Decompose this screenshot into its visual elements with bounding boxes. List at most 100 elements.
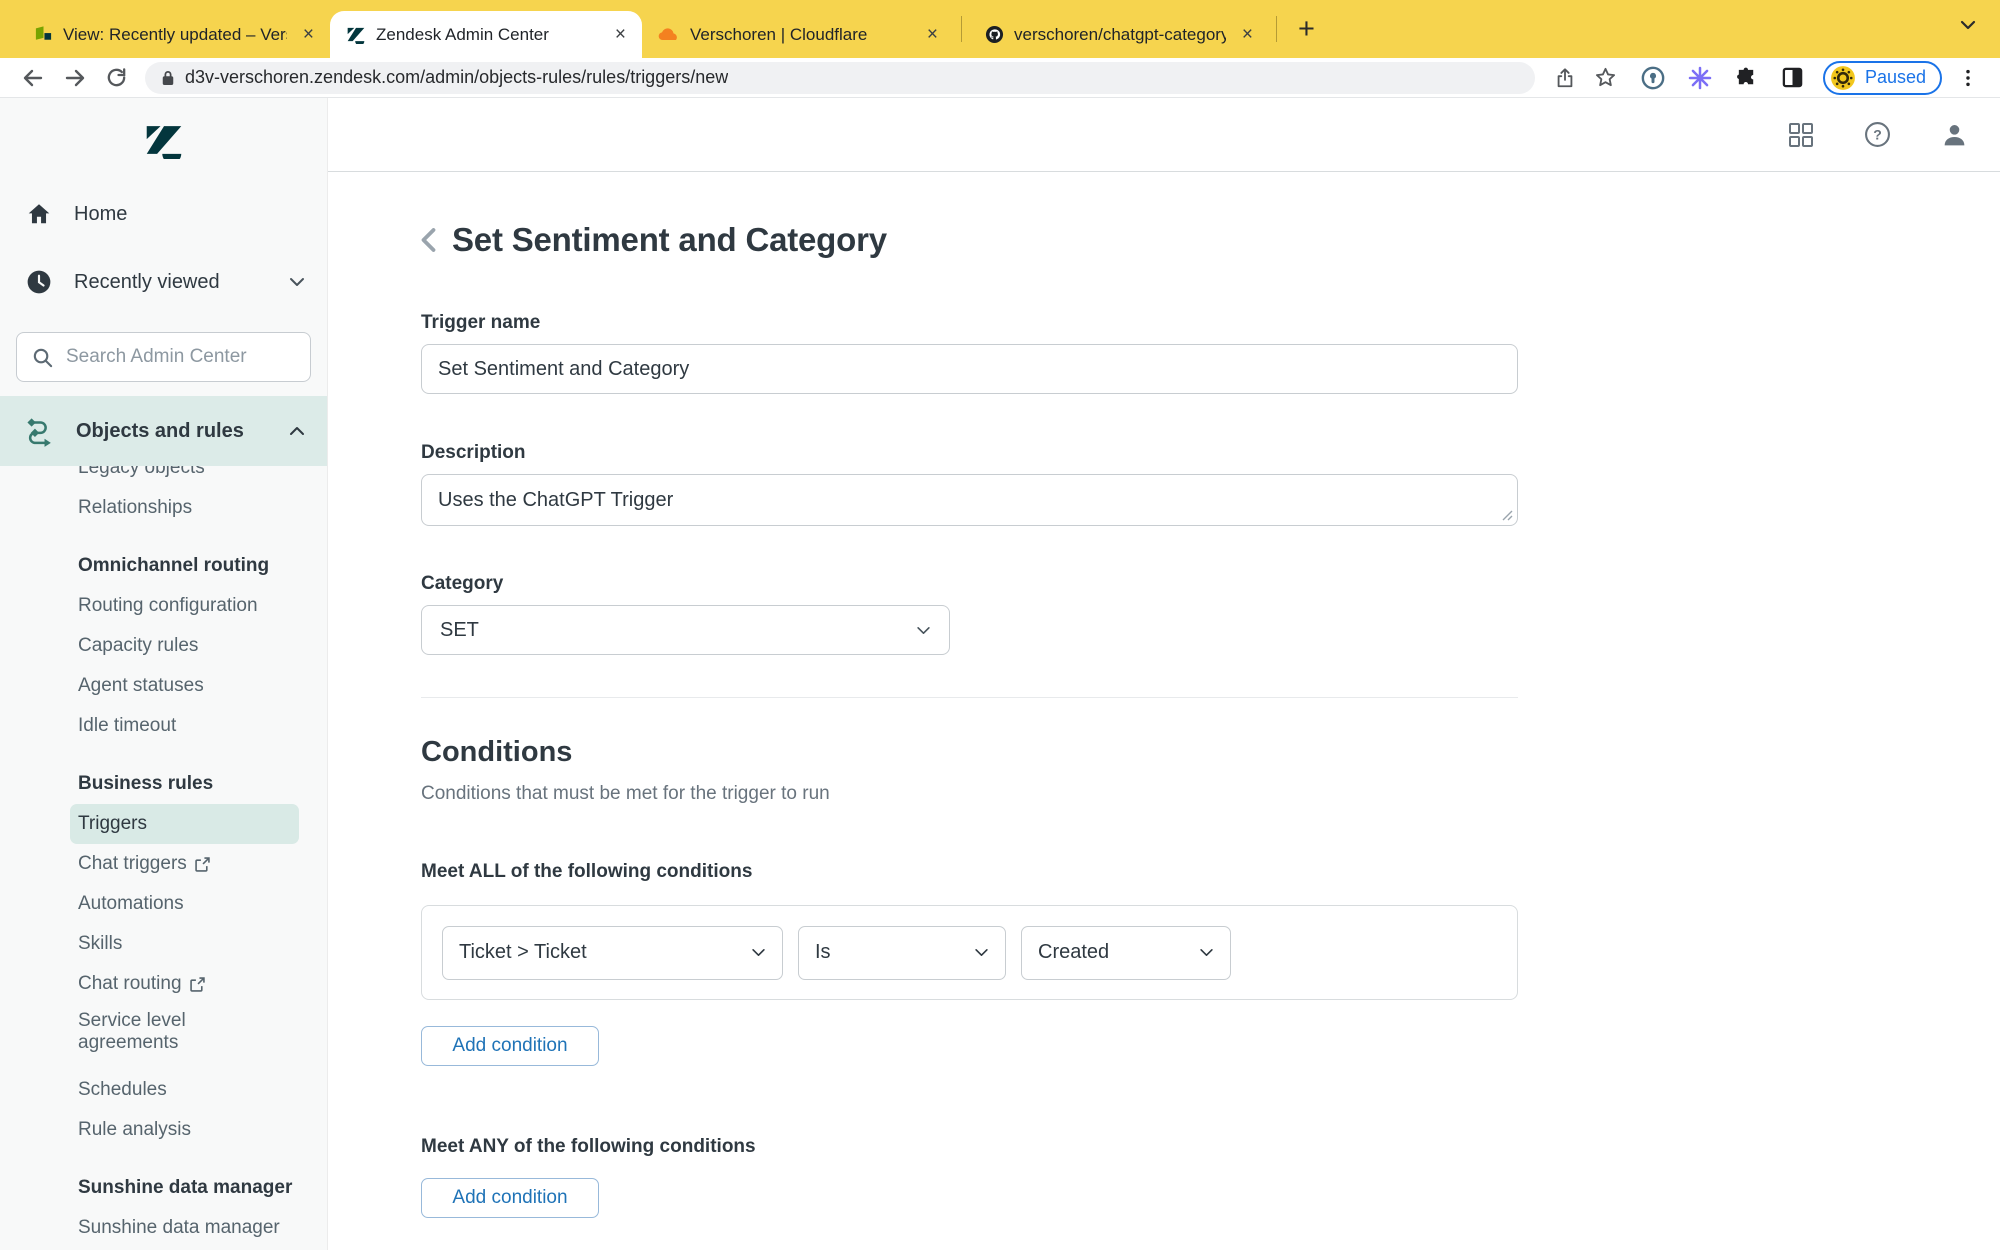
tab-title: Verschoren | Cloudflare [690, 25, 911, 45]
url-bar[interactable]: d3v-verschoren.zendesk.com/admin/objects… [145, 62, 1535, 94]
url-text: d3v-verschoren.zendesk.com/admin/objects… [185, 67, 728, 88]
home-label: Home [74, 203, 305, 226]
sidebar-section-omnichannel-routing: Omnichannel routing [0, 546, 327, 586]
close-icon[interactable]: × [609, 22, 632, 47]
sidebar-item-recently-viewed[interactable]: Recently viewed [0, 258, 327, 306]
category-select[interactable]: SET [421, 605, 950, 655]
trigger-name-input[interactable] [421, 344, 1518, 394]
sidebar-item-home[interactable]: Home [0, 190, 327, 238]
share-icon[interactable] [1545, 64, 1585, 92]
tab-github-repo[interactable]: verschoren/chatgpt-category-v × [969, 11, 1269, 58]
extension-icons [1632, 63, 1813, 93]
sidebar-section-objects-and-rules[interactable]: Objects and rules [0, 396, 327, 466]
external-link-icon [190, 977, 205, 992]
close-icon[interactable]: × [1236, 22, 1259, 47]
lock-icon [161, 69, 175, 87]
github-favicon [985, 25, 1004, 44]
sidebar-item-routing-configuration[interactable]: Routing configuration [0, 586, 327, 626]
extension-paused-button[interactable]: Paused [1823, 61, 1942, 95]
reload-icon[interactable] [96, 62, 137, 93]
close-icon[interactable]: × [297, 22, 320, 47]
paused-label: Paused [1865, 67, 1926, 88]
zendesk-admin-app: Home Recently viewed Objects and rules [0, 98, 2000, 1250]
tab-recently-updated[interactable]: View: Recently updated – Vers × [18, 11, 330, 58]
tab-title: View: Recently updated – Vers [63, 25, 287, 45]
search-icon [31, 346, 54, 369]
sidebar-item-automations[interactable]: Automations [0, 884, 327, 924]
meet-any-label: Meet ANY of the following conditions [421, 1136, 2000, 1158]
objects-and-rules-icon [22, 414, 56, 448]
condition-row: Ticket > Ticket Is Created [421, 905, 1518, 1000]
sun-badge-icon [1830, 65, 1856, 91]
admin-top-bar: ? [328, 98, 2000, 172]
browser-menu-kebab-icon[interactable] [1948, 64, 1988, 92]
back-icon[interactable] [12, 62, 54, 94]
description-label: Description [421, 442, 2000, 464]
bookmark-star-icon[interactable] [1585, 63, 1626, 92]
condition-field-select[interactable]: Ticket > Ticket [442, 926, 783, 980]
sidebar-item-schedules[interactable]: Schedules [0, 1070, 327, 1110]
apps-grid-icon[interactable] [1788, 122, 1814, 148]
tab-title: Zendesk Admin Center [376, 25, 599, 45]
sidebar-item-triggers[interactable]: Triggers [70, 804, 299, 844]
tab-title: verschoren/chatgpt-category-v [1014, 25, 1226, 45]
sidebar-item-relationships[interactable]: Relationships [0, 488, 327, 528]
meet-all-label: Meet ALL of the following conditions [421, 861, 2000, 883]
admin-search-box[interactable] [16, 332, 311, 382]
password-manager-extension-icon[interactable] [1632, 63, 1674, 93]
tab-zendesk-admin-center[interactable]: Zendesk Admin Center × [330, 11, 642, 58]
zendesk-favicon [346, 25, 366, 44]
help-icon[interactable]: ? [1864, 121, 1891, 148]
home-icon [26, 201, 52, 227]
sidebar-item-idle-timeout[interactable]: Idle timeout [0, 706, 327, 746]
chevron-down-icon [916, 626, 931, 635]
search-input[interactable] [66, 346, 296, 368]
extensions-puzzle-icon[interactable] [1726, 63, 1767, 92]
sidebar-item-chat-routing[interactable]: Chat routing [0, 964, 327, 1004]
sidebar-item-service-level-agreements[interactable]: Service level agreements [0, 1004, 327, 1070]
sidebar-item-chat-triggers[interactable]: Chat triggers [0, 844, 327, 884]
sidebar-item-skills[interactable]: Skills [0, 924, 327, 964]
chevron-down-icon [1199, 948, 1214, 957]
add-condition-all-button[interactable]: Add condition [421, 1026, 599, 1066]
cloudflare-favicon [658, 27, 680, 42]
zendesk-logo[interactable] [0, 98, 327, 182]
description-input[interactable] [421, 474, 1518, 526]
sidebar-section-sunshine-data-manager: Sunshine data manager [0, 1168, 327, 1208]
user-profile-icon[interactable] [1941, 121, 1968, 148]
tab-separator [961, 16, 962, 42]
tab-search-chevron-icon[interactable] [1960, 20, 1976, 30]
trigger-name-label: Trigger name [421, 312, 2000, 334]
trigger-form: Set Sentiment and Category Trigger name … [328, 172, 2000, 1250]
dark-mode-extension-icon[interactable] [1772, 63, 1813, 92]
browser-tab-strip: View: Recently updated – Vers × Zendesk … [0, 0, 2000, 58]
sidebar-item-rule-analysis[interactable]: Rule analysis [0, 1110, 327, 1150]
page-title: Set Sentiment and Category [452, 221, 887, 259]
sidebar-nav-list: Legacy objects Relationships Omnichannel… [0, 448, 327, 1250]
back-chevron-icon[interactable] [421, 227, 436, 253]
svg-text:?: ? [1873, 127, 1882, 143]
close-icon[interactable]: × [921, 22, 944, 47]
condition-value-select[interactable]: Created [1021, 926, 1231, 980]
sidebar: Home Recently viewed Objects and rules [0, 98, 328, 1250]
sidebar-item-agent-statuses[interactable]: Agent statuses [0, 666, 327, 706]
tab-cloudflare[interactable]: Verschoren | Cloudflare × [642, 11, 954, 58]
forward-icon[interactable] [54, 62, 96, 94]
sidebar-item-sunshine-data-manager[interactable]: Sunshine data manager [0, 1208, 327, 1248]
conditions-subheading: Conditions that must be met for the trig… [421, 783, 2000, 805]
chevron-up-icon [289, 426, 305, 436]
zendesk-views-favicon [34, 25, 53, 44]
asterisk-extension-icon[interactable] [1679, 63, 1721, 93]
new-tab-button[interactable]: + [1284, 13, 1329, 46]
category-label: Category [421, 573, 2000, 595]
category-value: SET [440, 619, 479, 642]
sidebar-item-capacity-rules[interactable]: Capacity rules [0, 626, 327, 666]
chevron-down-icon [289, 277, 305, 287]
tab-separator [1276, 16, 1277, 42]
section-divider [421, 697, 1518, 698]
chevron-down-icon [974, 948, 989, 957]
browser-toolbar: d3v-verschoren.zendesk.com/admin/objects… [0, 58, 2000, 98]
condition-operator-select[interactable]: Is [798, 926, 1006, 980]
resize-handle-icon[interactable] [1502, 510, 1513, 521]
add-condition-any-button[interactable]: Add condition [421, 1178, 599, 1218]
